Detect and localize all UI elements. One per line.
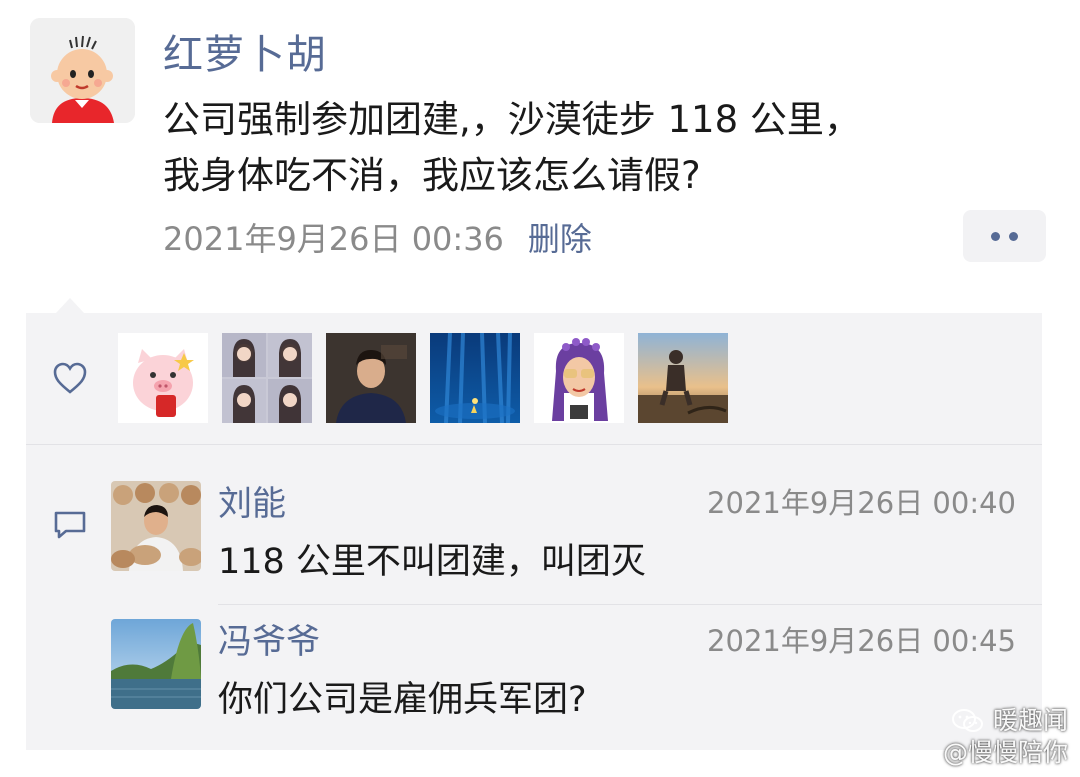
more-options-button[interactable] <box>963 210 1046 262</box>
cartoon-woman-avatar[interactable] <box>534 333 624 423</box>
comment-time: 2021年9月26日 00:45 <box>707 624 1016 658</box>
sunset-person-avatar[interactable] <box>638 333 728 423</box>
post-meta: 2021年9月26日 00:36 删除 <box>163 214 592 260</box>
author-name[interactable]: 红萝卜胡 <box>163 22 327 80</box>
post-timestamp: 2021年9月26日 00:36 <box>163 220 504 258</box>
comment-text[interactable]: 118 公里不叫团建，叫团灭 <box>218 533 646 584</box>
watermark-title: 暖趣闻 <box>992 706 1068 735</box>
interaction-panel: 刘能 2021年9月26日 00:40 118 公里不叫团建，叫团灭 冯爷爷 2… <box>26 313 1042 750</box>
blue-forest-avatar[interactable] <box>430 333 520 423</box>
man-portrait-avatar[interactable] <box>326 333 416 423</box>
commenter-avatar[interactable] <box>111 481 201 571</box>
delete-link[interactable]: 删除 <box>528 220 592 258</box>
wechat-icon <box>951 709 983 732</box>
likes-divider <box>26 444 1042 445</box>
dot-icon <box>991 231 1000 241</box>
likes-row <box>26 313 1042 443</box>
post-text-line: 我身体吃不消，我应该怎么请假? <box>163 154 701 197</box>
dot-icon <box>1009 231 1018 241</box>
panel-caret <box>56 298 84 313</box>
commenter-name[interactable]: 刘能 <box>218 476 286 525</box>
author-avatar[interactable] <box>30 18 135 123</box>
moments-post: 红萝卜胡 公司强制参加团建,，沙漠徒步 118 公里， 我身体吃不消，我应该怎么… <box>0 0 1080 777</box>
commenter-name[interactable]: 冯爷爷 <box>218 614 320 663</box>
post-text-line: 公司强制参加团建,，沙漠徒步 118 公里， <box>163 98 861 141</box>
commenter-avatar[interactable] <box>111 619 201 709</box>
post-content: 公司强制参加团建,，沙漠徒步 118 公里， 我身体吃不消，我应该怎么请假? <box>163 92 983 204</box>
heart-icon <box>53 362 87 394</box>
watermark-handle: @慢慢陪你 <box>942 738 1068 767</box>
comment-icon <box>54 511 86 539</box>
comment-text[interactable]: 你们公司是雇佣兵军团? <box>218 671 587 722</box>
comment-divider <box>218 604 1042 605</box>
girls-grid-avatar[interactable] <box>222 333 312 423</box>
comment-time: 2021年9月26日 00:40 <box>707 486 1016 520</box>
watermark: 暖趣闻 @慢慢陪你 <box>943 705 1068 769</box>
pig-avatar[interactable] <box>118 333 208 423</box>
